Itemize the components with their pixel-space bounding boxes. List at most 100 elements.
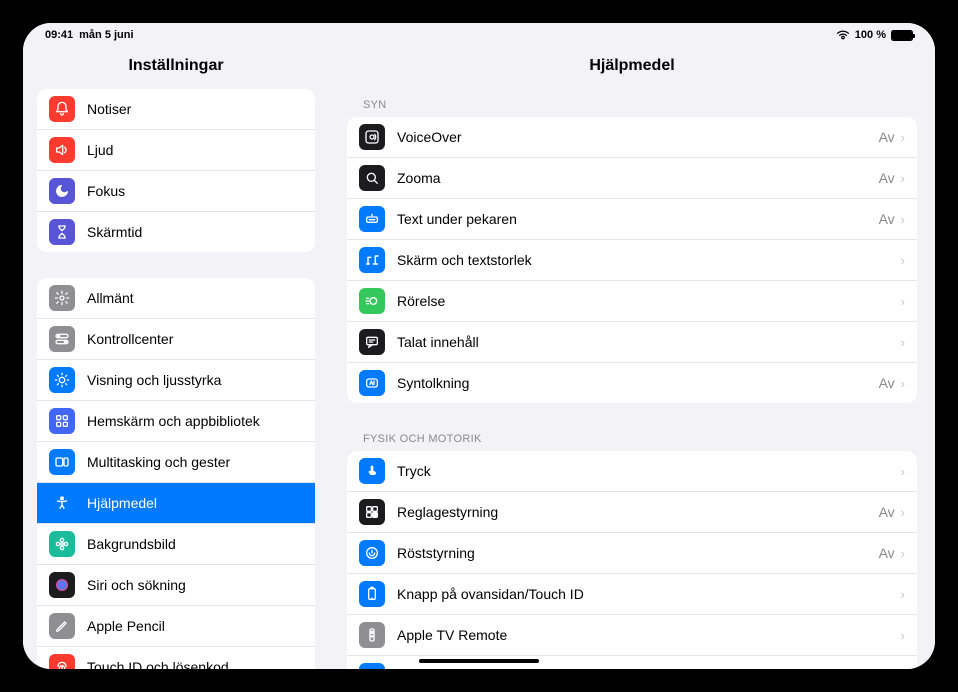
chevron-right-icon: › [901, 546, 905, 561]
chevron-right-icon: › [901, 171, 905, 186]
sidebar-item-allm-nt[interactable]: Allmänt [37, 278, 315, 319]
chevron-right-icon: › [901, 253, 905, 268]
chevron-right-icon: › [901, 628, 905, 643]
sidebar-item-notiser[interactable]: Notiser [37, 89, 315, 130]
flower-icon [49, 531, 75, 557]
section-header: SYN [347, 93, 917, 117]
section-group: VoiceOverAv›ZoomaAv›Text under pekarenAv… [347, 117, 917, 403]
detail-item-label: Röststyrning [397, 545, 879, 561]
sidebar-item-label: Skärmtid [87, 224, 142, 240]
pointer-icon [359, 663, 385, 669]
status-time: 09:41 [45, 29, 73, 41]
detail-item-talat-inneh-ll[interactable]: Talat innehåll› [347, 322, 917, 363]
detail-title: Hjälpmedel [329, 47, 935, 93]
section-header: FYSIK OCH MOTORIK [347, 427, 917, 451]
sidebar-item-siri-och-s-kning[interactable]: Siri och sökning [37, 565, 315, 606]
sidebar-item-visning-och-ljusstyrka[interactable]: Visning och ljusstyrka [37, 360, 315, 401]
status-left: 09:41 mån 5 juni [45, 29, 134, 41]
hourglass-icon [49, 219, 75, 245]
chevron-right-icon: › [901, 587, 905, 602]
motion-icon [359, 288, 385, 314]
chevron-right-icon: › [901, 130, 905, 145]
detail-panel[interactable]: Hjälpmedel SYNVoiceOverAv›ZoomaAv›Text u… [329, 47, 935, 669]
detail-item-label: Pekarstyrning [397, 668, 901, 669]
settings-sidebar[interactable]: Inställningar NotiserLjudFokusSkärmtidAl… [23, 47, 329, 669]
chevron-right-icon: › [901, 212, 905, 227]
sidebar-item-sk-rmtid[interactable]: Skärmtid [37, 212, 315, 252]
detail-item-tryck[interactable]: Tryck› [347, 451, 917, 492]
sidebar-item-hj-lpmedel[interactable]: Hjälpmedel [37, 483, 315, 524]
detail-item-label: Text under pekaren [397, 211, 879, 227]
screen: 09:41 mån 5 juni 100 % Inställningar Not… [23, 23, 935, 669]
detail-item-label: Syntolkning [397, 375, 879, 391]
gear-icon [49, 285, 75, 311]
home-indicator[interactable] [419, 659, 539, 663]
chevron-right-icon: › [901, 669, 905, 670]
content-area: Inställningar NotiserLjudFokusSkärmtidAl… [23, 47, 935, 669]
sun-icon [49, 367, 75, 393]
hovertext-icon [359, 206, 385, 232]
detail-item-label: VoiceOver [397, 129, 879, 145]
detail-item-value: Av [879, 375, 895, 391]
sidebar-item-kontrollcenter[interactable]: Kontrollcenter [37, 319, 315, 360]
wifi-icon [836, 30, 850, 40]
sidebar-item-bakgrundsbild[interactable]: Bakgrundsbild [37, 524, 315, 565]
chevron-right-icon: › [901, 335, 905, 350]
sidebar-item-label: Hjälpmedel [87, 495, 157, 511]
sidebar-item-multitasking-och-gester[interactable]: Multitasking och gester [37, 442, 315, 483]
speaker-icon [49, 137, 75, 163]
speech-icon [359, 329, 385, 355]
detail-item-knapp-p-ovansidan-touch-id[interactable]: Knapp på ovansidan/Touch ID› [347, 574, 917, 615]
detail-item-text-under-pekaren[interactable]: Text under pekarenAv› [347, 199, 917, 240]
sidebar-item-hemsk-rm-och-appbibliotek[interactable]: Hemskärm och appbibliotek [37, 401, 315, 442]
sidebar-item-label: Bakgrundsbild [87, 536, 176, 552]
detail-item-label: Apple TV Remote [397, 627, 901, 643]
remote-icon [359, 622, 385, 648]
voicecontrol-icon [359, 540, 385, 566]
detail-item-apple-tv-remote[interactable]: Apple TV Remote› [347, 615, 917, 656]
status-date: mån 5 juni [79, 29, 133, 41]
sidebar-item-apple-pencil[interactable]: Apple Pencil [37, 606, 315, 647]
sidebar-item-label: Siri och sökning [87, 577, 186, 593]
moon-icon [49, 178, 75, 204]
detail-item-label: Talat innehåll [397, 334, 901, 350]
zoom-icon [359, 165, 385, 191]
detail-item-value: Av [879, 545, 895, 561]
sidebar-item-label: Apple Pencil [87, 618, 165, 634]
detail-item-label: Zooma [397, 170, 879, 186]
sidebar-item-label: Notiser [87, 101, 131, 117]
detail-item-sk-rm-och-textstorlek[interactable]: Skärm och textstorlek› [347, 240, 917, 281]
sidebar-item-ljud[interactable]: Ljud [37, 130, 315, 171]
detail-item-label: Skärm och textstorlek [397, 252, 901, 268]
voiceover-icon [359, 124, 385, 150]
status-right: 100 % [836, 29, 913, 41]
chevron-right-icon: › [901, 505, 905, 520]
detail-item-r-ststyrning[interactable]: RöststyrningAv › [347, 533, 917, 574]
detail-item-syntolkning[interactable]: SyntolkningAv› [347, 363, 917, 403]
detail-item-zooma[interactable]: ZoomaAv› [347, 158, 917, 199]
ipad-frame: 09:41 mån 5 juni 100 % Inställningar Not… [5, 5, 953, 687]
detail-item-label: Knapp på ovansidan/Touch ID [397, 586, 901, 602]
chevron-right-icon: › [901, 464, 905, 479]
detail-item-r-relse[interactable]: Rörelse› [347, 281, 917, 322]
status-bar: 09:41 mån 5 juni 100 % [23, 23, 935, 47]
sidebar-item-touch-id-och-l-senkod[interactable]: Touch ID och lösenkod [37, 647, 315, 669]
section-group: Tryck›ReglagestyrningAv›RöststyrningAv›K… [347, 451, 917, 669]
sidebar-group: Allmänt Kontrollcenter Visning och ljussty… [37, 278, 315, 669]
sidebar-item-label: Ljud [87, 142, 113, 158]
battery-label: 100 % [855, 29, 886, 41]
detail-item-label: Rörelse [397, 293, 901, 309]
sidebar-item-label: Allmänt [87, 290, 134, 306]
sidebar-item-label: Touch ID och lösenkod [87, 659, 229, 669]
rects-icon [49, 449, 75, 475]
detail-item-reglagestyrning[interactable]: ReglagestyrningAv› [347, 492, 917, 533]
switchcontrol-icon [359, 499, 385, 525]
sidebar-item-fokus[interactable]: Fokus [37, 171, 315, 212]
grid-icon [49, 408, 75, 434]
detail-item-voiceover[interactable]: VoiceOverAv › [347, 117, 917, 158]
sidebar-group: Notiser Ljud Fokus Skärmtid [37, 89, 315, 252]
sidebar-item-label: Visning och ljusstyrka [87, 372, 221, 388]
topbutton-icon [359, 581, 385, 607]
detail-item-value: Av [879, 129, 895, 145]
chevron-right-icon: › [901, 294, 905, 309]
